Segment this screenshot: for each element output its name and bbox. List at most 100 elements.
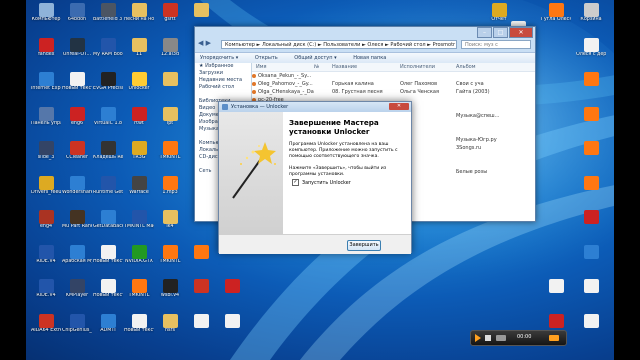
address-bar[interactable]: Компьютер ► Локальный диск (C:) ► Пользо…	[221, 40, 457, 49]
launch-checkbox-label[interactable]: Запустить Unlocker	[302, 181, 351, 186]
nav-item[interactable]: ★ Избранное	[195, 63, 251, 70]
desktop-icon[interactable]: Runtime GetDataFile	[93, 176, 123, 207]
desktop-icon[interactable]: Mu Part Rankin..	[62, 210, 92, 241]
desktop-icon[interactable]: TMKINTL	[124, 279, 154, 310]
close-button[interactable]: ✕	[509, 27, 533, 38]
desktop-icon[interactable]: 11	[124, 38, 154, 69]
desktop-icon[interactable]: NVIDIA.GTX	[124, 245, 154, 276]
table-row[interactable]: Olga_CHenskaya_-_Da... 08. Грустная песня…	[252, 88, 535, 96]
back-arrow-icon[interactable]: ◀	[198, 39, 203, 47]
minimize-button[interactable]: –	[477, 27, 492, 38]
desktop-icon[interactable]: Новый текстов...	[93, 245, 123, 276]
desktop-icon[interactable]: 64bdon	[62, 3, 92, 34]
desktop-icon[interactable]	[541, 279, 571, 310]
stop-icon[interactable]	[485, 335, 491, 341]
desktop-icon[interactable]: RIDE.V4	[31, 279, 61, 310]
maximize-button[interactable]: □	[493, 27, 508, 38]
desktop-icon[interactable]: 1.mp3	[155, 176, 185, 207]
column-artist[interactable]: Исполнители	[400, 63, 452, 71]
desktop-icon[interactable]: ik4	[155, 210, 185, 241]
desktop-icon[interactable]	[576, 176, 606, 207]
launch-checkbox-row[interactable]: ✓ Запустить Unlocker	[292, 179, 351, 186]
desktop-icon[interactable]: eng4	[31, 210, 61, 241]
dialog-close-button[interactable]: ✕	[389, 103, 409, 110]
desktop-icon[interactable]: Unreal-OT...	[62, 38, 92, 69]
desktop-icon[interactable]: Unlocker	[124, 72, 154, 103]
desktop-icon[interactable]: KMPlayer	[62, 279, 92, 310]
desktop-icon[interactable]: Панель управления	[31, 107, 61, 138]
desktop-icon[interactable]: Yandex	[31, 38, 61, 69]
desktop-icon[interactable]: hsrs	[155, 314, 185, 345]
desktop-icon[interactable]: 12.al3d	[155, 38, 185, 69]
desktop-icon[interactable]	[576, 210, 606, 241]
table-row[interactable]: Oleg_Pahomov_-_Gy... Горькая калина Олег П…	[252, 80, 535, 88]
desktop-icon[interactable]: Wondershare Fanora	[62, 176, 92, 207]
desktop-icon[interactable]: Новый текстов...	[93, 279, 123, 310]
nav-item[interactable]: Недавние места	[195, 77, 251, 84]
desktop-icon[interactable]: TMKINTL	[155, 245, 185, 276]
desktop-icon[interactable]	[576, 279, 606, 310]
desktop-icon[interactable]	[186, 314, 216, 345]
desktop-icon[interactable]: Компьютер	[31, 3, 61, 34]
column-name[interactable]: Имя	[256, 63, 312, 71]
desktop-icon[interactable]: ADMTI	[93, 314, 123, 345]
desktop-icon[interactable]: Арабская Музыка в...	[62, 245, 92, 276]
desktop-icon[interactable]: RIDE.V4	[31, 245, 61, 276]
nav-item[interactable]: Загрузки	[195, 70, 251, 77]
desktop-icon[interactable]: AIDA64 Extreme	[31, 314, 61, 345]
desktop-icon[interactable]: slide_3	[31, 141, 61, 172]
desktop-icon[interactable]: Drivers_reeu	[31, 176, 61, 207]
play-icon[interactable]	[475, 334, 481, 342]
nav-item[interactable]: Рабочий стол	[195, 84, 251, 91]
desktop-icon[interactable]: Internet Explorer	[31, 72, 61, 103]
desktop-icon[interactable]	[217, 279, 247, 310]
desktop-icon[interactable]	[155, 72, 185, 103]
desktop-icon[interactable]: песни на новый год	[124, 3, 154, 34]
desktop-icon[interactable]: Гугла Олеся	[541, 3, 571, 34]
column-album[interactable]: Альбом	[456, 63, 532, 71]
desktop-icon[interactable]: Олеся с дерев...	[576, 38, 606, 69]
desktop-icon[interactable]: Кладешь Redio (...)	[93, 141, 123, 172]
next-icon[interactable]	[496, 335, 506, 341]
desktop-icon[interactable]: My RAM Booster	[93, 38, 123, 69]
desktop-icon[interactable]: GetDataBack for FAT	[93, 210, 123, 241]
finish-button[interactable]: Завершить	[347, 240, 381, 251]
desktop-icon[interactable]: Warface	[124, 176, 154, 207]
column-title[interactable]: Название	[332, 63, 396, 71]
desktop-icon[interactable]	[576, 107, 606, 138]
column-number[interactable]: №	[314, 63, 328, 71]
desktop-icon[interactable]: EVGA Precision	[93, 72, 123, 103]
desktop-icon[interactable]: ChipGenius_...	[62, 314, 92, 345]
launch-checkbox[interactable]: ✓	[292, 179, 299, 186]
desktop-icon[interactable]: CCleaner	[62, 141, 92, 172]
toolbar-organize[interactable]: Упорядочить ▾	[200, 55, 238, 61]
desktop-icon[interactable]: Корзина	[576, 3, 606, 34]
desktop-icon[interactable]: TMKINTL	[155, 141, 185, 172]
desktop-icon[interactable]	[576, 314, 606, 345]
desktop-icon[interactable]: TMKINTL Magic Elsc..	[124, 210, 154, 241]
desktop-icon[interactable]	[576, 72, 606, 103]
desktop-icon[interactable]: Battlefield 3 Premiu...	[93, 3, 123, 34]
nav-item[interactable]	[195, 91, 251, 98]
table-row[interactable]: Oksana_Pekun_-_Sy...	[252, 72, 535, 80]
forward-arrow-icon[interactable]: ▶	[206, 39, 211, 47]
desktop-icon[interactable]: gsrtt	[155, 3, 185, 34]
desktop-icon[interactable]: TR3G	[124, 141, 154, 172]
desktop-icon[interactable]	[186, 245, 216, 276]
desktop-icon[interactable]: Новый текстов...	[62, 72, 92, 103]
media-player-widget[interactable]: 00:00	[470, 330, 567, 346]
desktop-icon[interactable]: eng6	[62, 107, 92, 138]
desktop-icon[interactable]: Новый текстов...	[124, 314, 154, 345]
setup-dialog[interactable]: Установка — Unlocker ✕ Завершение Мастер…	[218, 101, 412, 254]
desktop-icon[interactable]: ipt	[155, 107, 185, 138]
volume-icon[interactable]	[549, 335, 559, 341]
desktop-icon[interactable]: wsbl.v4	[155, 279, 185, 310]
search-input[interactable]: Поиск: муз с одноклассников	[461, 40, 531, 57]
desktop-icon[interactable]: VirtualC 1.8	[93, 107, 123, 138]
desktop-icon[interactable]	[186, 279, 216, 310]
toolbar-share[interactable]: Общий доступ ▾	[294, 55, 336, 61]
desktop-icon[interactable]: rtwt	[124, 107, 154, 138]
toolbar-new-folder[interactable]: Новая папка	[353, 55, 386, 61]
desktop-icon[interactable]	[217, 314, 247, 345]
desktop-icon[interactable]	[576, 245, 606, 276]
